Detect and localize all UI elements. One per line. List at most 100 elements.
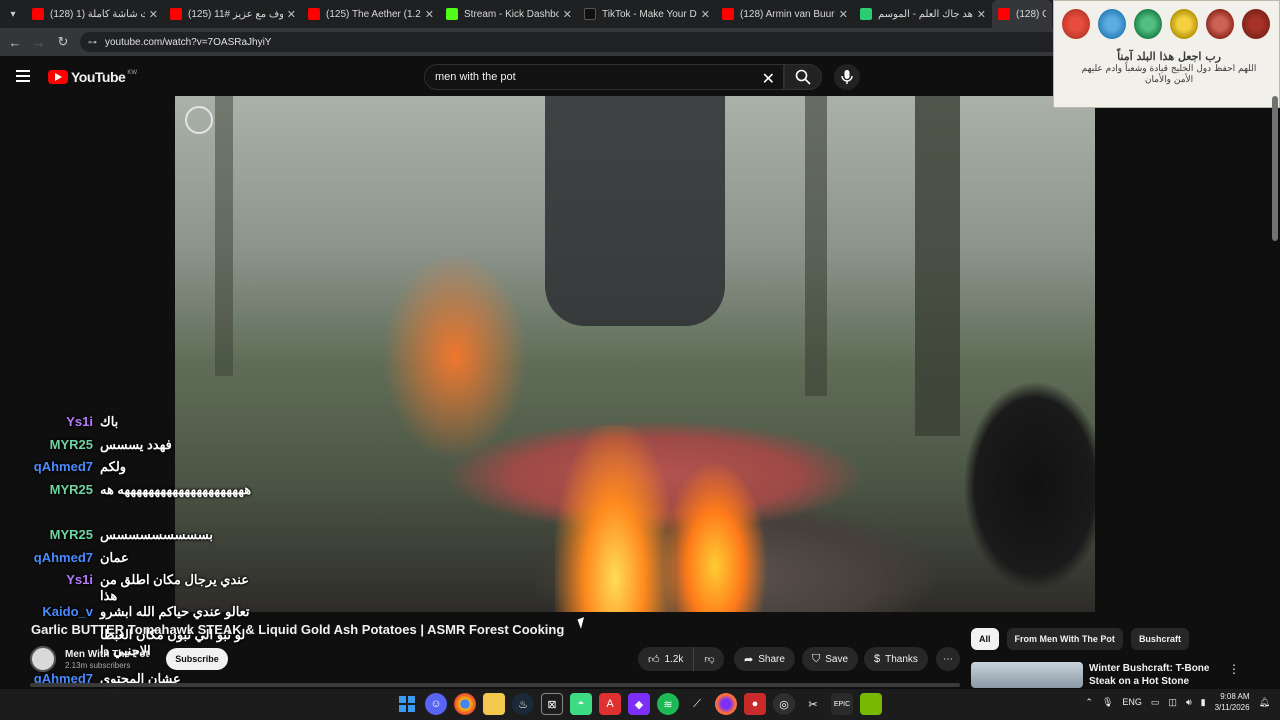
- spotify-icon[interactable]: ≋: [657, 693, 679, 715]
- site-info-icon[interactable]: ⊶: [88, 37, 97, 48]
- search-button[interactable]: [784, 64, 822, 90]
- clock[interactable]: 9:08 AM 3/11/2026: [1215, 691, 1250, 713]
- kick-favicon-icon: [446, 8, 458, 20]
- app-purple-icon[interactable]: ◆: [628, 693, 650, 715]
- overlay-calligraphy: رب اجعل هذا البلد آمناً اللهم احفظ دول ا…: [1074, 51, 1264, 86]
- youtube-logo[interactable]: YouTube KW: [48, 69, 137, 85]
- close-tab-icon[interactable]: ✕: [287, 8, 296, 21]
- steam-icon[interactable]: ♨: [512, 693, 534, 715]
- volume-icon[interactable]: 🔊︎: [1186, 697, 1192, 708]
- chip-from-channel[interactable]: From Men With The Pot: [1006, 628, 1123, 650]
- qatar-emblem-icon: [1242, 9, 1270, 39]
- close-tab-icon[interactable]: ✕: [425, 8, 434, 21]
- browser-tab[interactable]: Stream - Kick Dashboard ✕: [440, 0, 578, 28]
- close-tab-icon[interactable]: ✕: [977, 8, 986, 21]
- subscribe-button[interactable]: Subscribe: [166, 648, 228, 670]
- back-arrow-icon[interactable]: ←: [3, 35, 27, 50]
- battery-icon[interactable]: ▮: [1201, 697, 1206, 708]
- browser-tab[interactable]: (128) Armin van Buuren - ✕: [716, 0, 854, 28]
- kuwait-emblem-icon: [1098, 9, 1126, 39]
- windows-start-icon[interactable]: [396, 693, 418, 715]
- channel-name[interactable]: Men With The Pot: [65, 649, 149, 660]
- page-scrollbar[interactable]: [1272, 96, 1278, 241]
- more-actions-button[interactable]: ⋯: [936, 647, 960, 671]
- close-tab-icon[interactable]: ✕: [839, 8, 848, 21]
- browser-tab[interactable]: TikTok - Make Your Day ✕: [578, 0, 716, 28]
- menu-icon[interactable]: [16, 70, 30, 82]
- country-code: KW: [127, 70, 137, 76]
- save-group: ⛉ Save: [802, 647, 859, 671]
- share-button[interactable]: ➦ Share: [734, 647, 795, 671]
- video-player[interactable]: [175, 96, 1095, 612]
- kebab-menu-icon[interactable]: ⋮: [1228, 662, 1240, 688]
- thumbs-down-icon: 👎︎: [704, 654, 715, 665]
- close-tab-icon[interactable]: ✕: [563, 8, 572, 21]
- recommended-video[interactable]: Winter Bushcraft: T-Bone Steak on a Hot …: [971, 662, 1240, 688]
- dislike-button[interactable]: 👎︎: [694, 647, 725, 671]
- chat-username: qAhmed7: [33, 549, 93, 565]
- uae-emblem-icon: [1170, 9, 1198, 39]
- display-icon[interactable]: ▭: [1151, 697, 1160, 708]
- browser-tab[interactable]: (125) The Aether (1.20.1) | ✕: [302, 0, 440, 28]
- browser-tab[interactable]: (128) البث شاشة كاملة (1 ✕: [26, 0, 164, 28]
- nvidia-icon[interactable]: [860, 693, 882, 715]
- thanks-button[interactable]: $ Thanks: [864, 647, 928, 671]
- ellipsis-icon: ⋯: [943, 653, 953, 665]
- file-explorer-icon[interactable]: [483, 693, 505, 715]
- discord-icon[interactable]: ☺: [425, 693, 447, 715]
- channel-avatar[interactable]: [30, 646, 56, 672]
- reload-icon[interactable]: ↻: [51, 34, 75, 50]
- epic-games-icon[interactable]: EPIC: [831, 693, 853, 715]
- flame: [555, 426, 675, 612]
- chat-message: MYR25 فهدد يسسس: [0, 437, 300, 460]
- url-text: youtube.com/watch?v=7OASRaJhyiY: [105, 36, 272, 48]
- app-tool-icon[interactable]: ✂: [802, 693, 824, 715]
- url-field[interactable]: ⊶ youtube.com/watch?v=7OASRaJhyiY: [80, 32, 1060, 52]
- like-button[interactable]: 👍︎ 1.2k: [638, 647, 695, 671]
- tab-title: (128) Armin van Buuren -: [740, 8, 835, 20]
- channel-meta: Men With The Pot 2.13m subscribers: [65, 649, 149, 670]
- recommended-thumbnail[interactable]: [971, 662, 1083, 688]
- voice-search-button[interactable]: [834, 64, 860, 90]
- tab-search-icon[interactable]: ▾: [0, 0, 26, 28]
- chat-message: MYR25 هههههههههههههههههههههه هه: [0, 482, 300, 527]
- overlay-line-1: رب اجعل هذا البلد آمناً: [1117, 50, 1221, 63]
- notification-bell-icon[interactable]: 🔔︎: [1259, 697, 1270, 708]
- android-icon[interactable]: ◓: [570, 693, 592, 715]
- saudi-emblem-icon: [1134, 9, 1162, 39]
- save-button[interactable]: ⛉ Save: [802, 647, 859, 671]
- chat-text: تعالو عندي حياكم الله ابشرو: [100, 604, 250, 620]
- browser-tab[interactable]: شاهد جاك العلم - الموسم ✕: [854, 0, 992, 28]
- chevron-up-icon[interactable]: ⌃: [1085, 697, 1093, 708]
- chrome-icon[interactable]: [454, 693, 476, 715]
- chat-username: MYR25: [49, 527, 93, 543]
- language-indicator[interactable]: ENG: [1122, 697, 1142, 707]
- app-red-icon[interactable]: A: [599, 693, 621, 715]
- clear-search-icon[interactable]: ✕: [762, 69, 775, 89]
- share-label: Share: [758, 653, 785, 665]
- recommended-title[interactable]: Winter Bushcraft: T-Bone Steak on a Hot …: [1089, 662, 1224, 688]
- os-taskbar: ☺ ♨ ⊠ ◓ A ◆ ≋ ⟋ ● ◎ ✂ EPIC ⌃ 🎙︎ ENG ▭ ◫ …: [0, 689, 1280, 720]
- microphone-icon[interactable]: 🎙︎: [1102, 697, 1113, 708]
- close-tab-icon[interactable]: ✕: [149, 8, 158, 21]
- firefox-icon[interactable]: [715, 693, 737, 715]
- chat-message: qAhmed7 عمان: [0, 550, 300, 573]
- channel-watermark-icon[interactable]: [185, 106, 213, 134]
- gulf-emblems: [1062, 9, 1270, 39]
- chat-text: عمان: [100, 549, 129, 565]
- chip-bushcraft[interactable]: Bushcraft: [1130, 628, 1189, 650]
- app-yellow-icon[interactable]: ⟋: [686, 693, 708, 715]
- xbox-icon[interactable]: ⊠: [541, 693, 563, 715]
- obs-icon[interactable]: ◎: [773, 693, 795, 715]
- search-input[interactable]: men with the pot ✕: [424, 64, 784, 90]
- chat-username: qAhmed7: [33, 459, 93, 475]
- app-record-icon[interactable]: ●: [744, 693, 766, 715]
- browser-tab[interactable]: (125) حروف مع عزيز #11 ✕: [164, 0, 302, 28]
- chip-all[interactable]: All: [971, 628, 999, 650]
- tab-title: (125) حروف مع عزيز #11: [188, 8, 283, 20]
- forward-arrow-icon[interactable]: →: [27, 35, 51, 50]
- browser-tab-active[interactable]: (128) Garlic: [992, 0, 1052, 28]
- network-icon[interactable]: ◫: [1168, 697, 1177, 708]
- youtube-favicon-icon: [308, 8, 320, 20]
- close-tab-icon[interactable]: ✕: [701, 8, 710, 21]
